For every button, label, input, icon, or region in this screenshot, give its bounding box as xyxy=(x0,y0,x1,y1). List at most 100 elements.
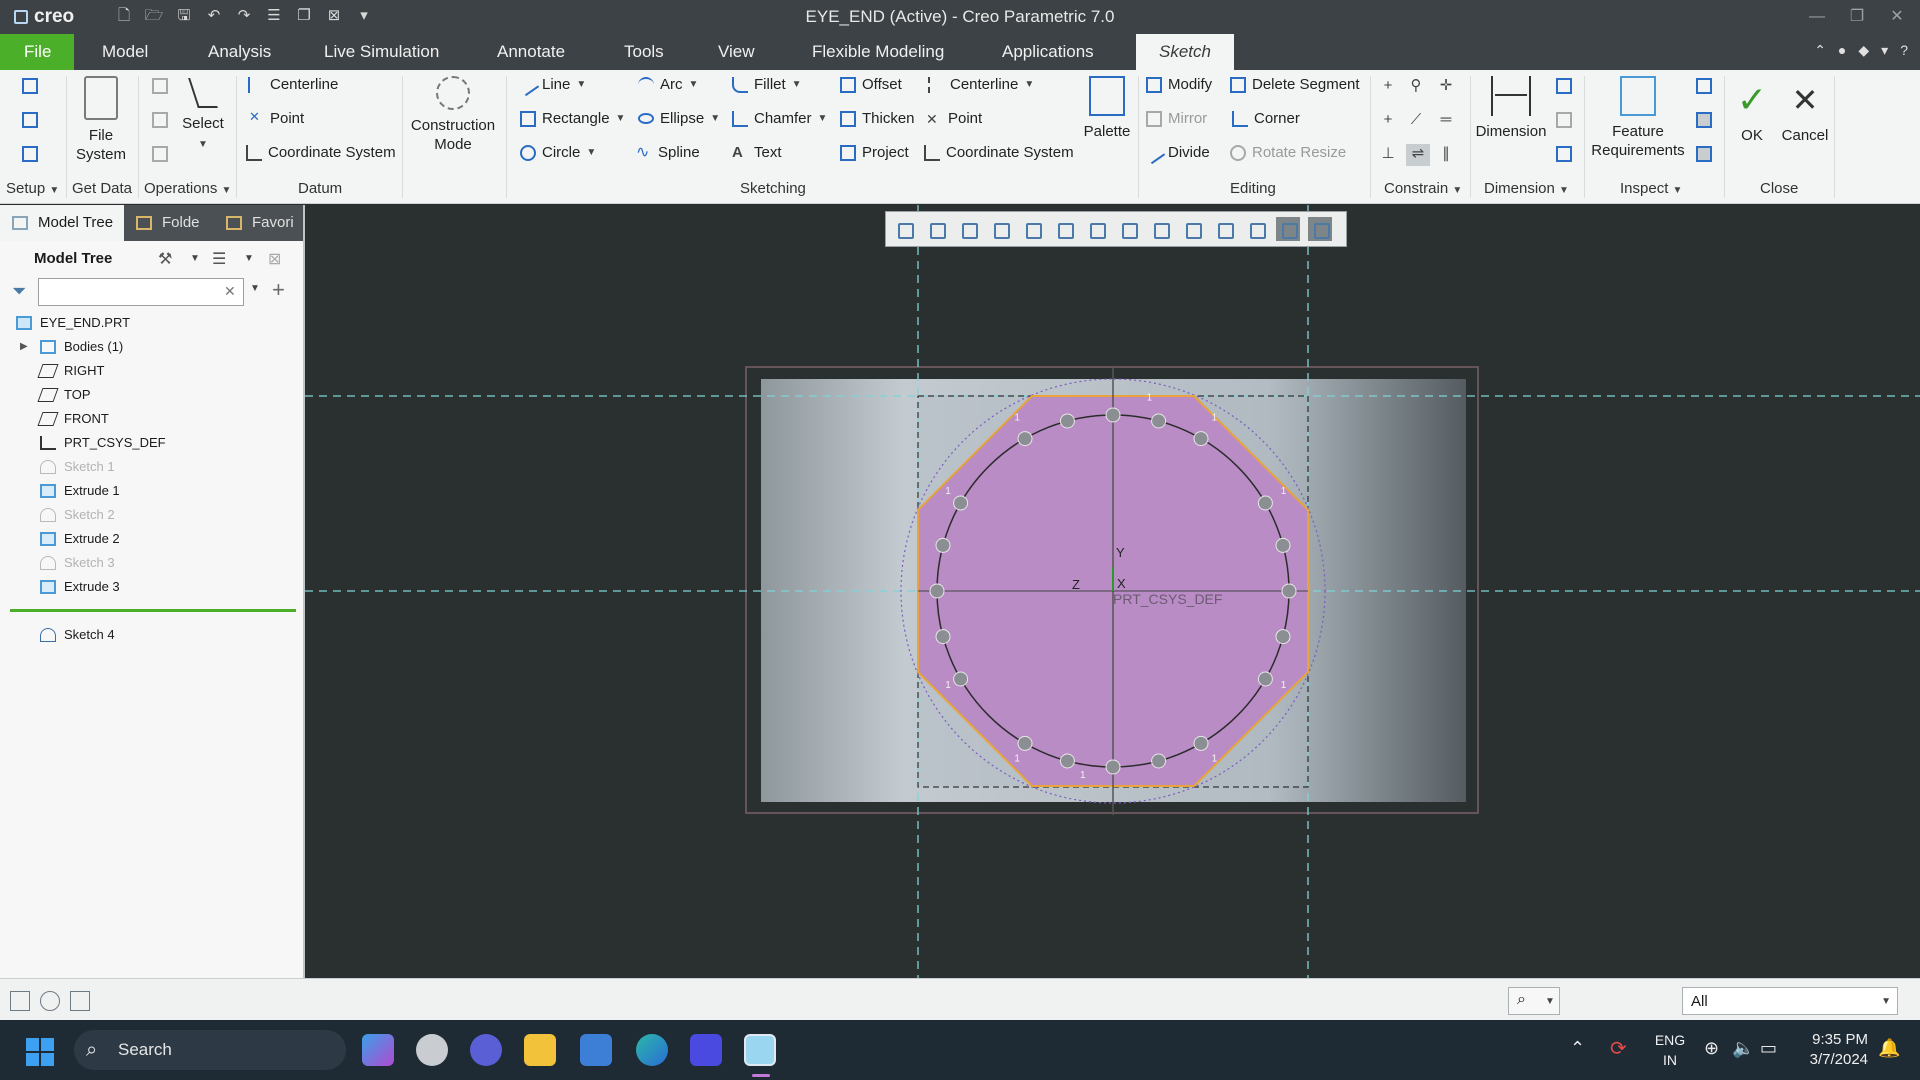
tab-favorites[interactable]: Favori xyxy=(214,205,305,241)
chamfer-button[interactable]: Chamfer ▼ xyxy=(732,110,827,127)
perpendicular-constraint-icon[interactable]: ⊥ xyxy=(1380,146,1396,162)
show-navigator-icon[interactable] xyxy=(10,991,30,1011)
tree-item[interactable]: Extrude 1 xyxy=(0,479,303,503)
offset-button[interactable]: Offset xyxy=(840,76,902,93)
palette-button[interactable]: Palette xyxy=(1080,76,1134,141)
annotation-display-icon[interactable] xyxy=(1180,217,1204,241)
project-button[interactable]: Project xyxy=(840,144,909,161)
group-dimension[interactable]: Dimension ▼ xyxy=(1484,180,1569,197)
funnel-icon[interactable]: ⏷ xyxy=(12,281,26,302)
fillet-button[interactable]: Fillet ▼ xyxy=(732,76,802,93)
tree-item-active-sketch[interactable]: Sketch 4 xyxy=(0,623,300,647)
sketch-view-icon[interactable] xyxy=(22,146,38,162)
tab-model-tree[interactable]: Model Tree xyxy=(0,205,124,241)
coincident-constraint-icon[interactable]: ⟋ xyxy=(1408,112,1424,128)
battery-icon[interactable]: ▭ xyxy=(1760,1038,1777,1059)
feature-requirements-button[interactable]: Feature Requirements xyxy=(1588,76,1688,160)
overlapping-geometry-icon[interactable] xyxy=(1696,78,1712,94)
notification-icon[interactable]: ● xyxy=(1838,42,1846,59)
group-inspect[interactable]: Inspect ▼ xyxy=(1620,180,1682,197)
new-file-icon[interactable]: 🗋 xyxy=(114,6,134,26)
save-icon[interactable]: 🖫 xyxy=(174,6,194,26)
close-icon[interactable]: ✕ xyxy=(1884,4,1910,30)
tree-item[interactable]: ▶ Bodies (1) xyxy=(0,335,303,359)
arc-button[interactable]: Arc ▼ xyxy=(638,76,698,93)
rotate-resize-button[interactable]: Rotate Resize xyxy=(1230,144,1346,161)
tree-item[interactable]: Extrude 3 xyxy=(0,575,303,599)
tab-model[interactable]: Model xyxy=(88,34,162,70)
tree-columns-dropdown[interactable]: ▼ xyxy=(244,253,254,264)
language-indicator[interactable]: ENG IN xyxy=(1652,1030,1688,1070)
construction-mode-button[interactable]: Construction Mode xyxy=(406,76,500,154)
constraint-symbol[interactable] xyxy=(1281,583,1297,599)
saved-orientations-icon[interactable] xyxy=(1052,217,1076,241)
tree-item[interactable]: Sketch 2 xyxy=(0,503,303,527)
tab-flexible-modeling[interactable]: Flexible Modeling xyxy=(798,34,958,70)
customize-toolbar-icon[interactable]: ▾ xyxy=(354,6,374,26)
dimension-button[interactable]: Dimension xyxy=(1472,76,1550,141)
tree-search-input[interactable] xyxy=(38,278,244,306)
corner-button[interactable]: Corner xyxy=(1232,110,1300,127)
add-filter-icon[interactable]: + xyxy=(272,277,285,303)
selection-filter[interactable]: All ▼ xyxy=(1682,987,1898,1015)
constraint-symbol[interactable] xyxy=(1017,735,1033,751)
sketch-canvas[interactable]: 1 1 1 1 1 1 1 1 1 1 Y X Z PRT_CSYS_DEF xyxy=(305,205,1920,978)
divide-button[interactable]: Divide xyxy=(1142,141,1210,164)
tab-folder-browser[interactable]: Folde xyxy=(124,205,214,241)
tree-item[interactable]: Extrude 2 xyxy=(0,527,303,551)
undo-icon[interactable]: ↶ xyxy=(204,6,224,26)
weather-icon[interactable] xyxy=(416,1034,448,1066)
mirror-button[interactable]: Mirror xyxy=(1146,110,1207,127)
repaint-icon[interactable] xyxy=(988,217,1012,241)
sketch-view-icon[interactable] xyxy=(1212,217,1236,241)
zoom-out-icon[interactable] xyxy=(956,217,980,241)
full-screen-icon[interactable] xyxy=(70,991,90,1011)
clear-search-icon[interactable]: ✕ xyxy=(224,283,236,300)
mathcad-icon[interactable] xyxy=(690,1034,722,1066)
view-manager-icon[interactable] xyxy=(1084,217,1108,241)
midpoint-constraint-icon[interactable]: ✛ xyxy=(1438,78,1454,94)
creo-taskbar-icon[interactable] xyxy=(744,1034,776,1066)
regenerate-icon[interactable]: ☰ xyxy=(264,6,284,26)
tree-item[interactable]: EYE_END.PRT xyxy=(0,311,303,335)
tangent-constraint-icon[interactable]: ⚲ xyxy=(1408,78,1424,94)
group-setup[interactable]: Setup ▼ xyxy=(6,180,59,197)
copilot-icon[interactable] xyxy=(362,1034,394,1066)
copy-icon[interactable] xyxy=(152,112,168,128)
tree-item[interactable]: Sketch 3 xyxy=(0,551,303,575)
tree-item[interactable]: TOP xyxy=(0,383,303,407)
vertical-constraint-icon[interactable]: + xyxy=(1380,78,1396,94)
cancel-button[interactable]: ✕ Cancel xyxy=(1776,80,1834,145)
sketch-setup-icon[interactable] xyxy=(22,78,38,94)
file-system-button[interactable]: File System xyxy=(72,76,130,164)
help-dropdown-icon[interactable]: ▾ xyxy=(1881,42,1888,59)
file-explorer-icon[interactable] xyxy=(524,1034,556,1066)
help-icon[interactable]: ? xyxy=(1900,42,1908,59)
sketcher-display-filters-icon[interactable] xyxy=(1244,217,1268,241)
rectangle-button[interactable]: Rectangle ▼ xyxy=(520,110,625,127)
thicken-button[interactable]: Thicken xyxy=(840,110,915,127)
tab-file[interactable]: File xyxy=(0,34,74,70)
close-window-icon[interactable]: ⊠ xyxy=(324,6,344,26)
datum-point-button[interactable]: Point xyxy=(248,109,304,128)
select-button[interactable]: Select ▼ xyxy=(178,78,228,154)
constraint-symbol[interactable] xyxy=(1257,495,1273,511)
group-constrain[interactable]: Constrain ▼ xyxy=(1384,180,1462,197)
sketch-point-button[interactable]: ✕ Point xyxy=(926,110,982,127)
edge-icon[interactable] xyxy=(636,1034,668,1066)
tab-sketch[interactable]: Sketch xyxy=(1136,34,1234,70)
highlight-open-ends-icon[interactable] xyxy=(1696,112,1712,128)
tree-item[interactable]: RIGHT xyxy=(0,359,303,383)
datum-coordinate-system-button[interactable]: Coordinate System xyxy=(246,144,396,161)
modify-button[interactable]: Modify xyxy=(1146,76,1212,93)
datum-display-filters-icon[interactable] xyxy=(1116,217,1140,241)
constraint-symbol[interactable] xyxy=(1151,413,1167,429)
microsoft-store-icon[interactable] xyxy=(580,1034,612,1066)
restore-icon[interactable]: ❐ xyxy=(1844,4,1870,30)
delete-segment-button[interactable]: Delete Segment xyxy=(1230,76,1360,93)
tab-view[interactable]: View xyxy=(704,34,769,70)
ok-button[interactable]: ✓ OK xyxy=(1730,80,1774,145)
zoom-in-icon[interactable] xyxy=(924,217,948,241)
windows-start-icon[interactable] xyxy=(26,1038,54,1066)
display-style-icon[interactable] xyxy=(1020,217,1044,241)
